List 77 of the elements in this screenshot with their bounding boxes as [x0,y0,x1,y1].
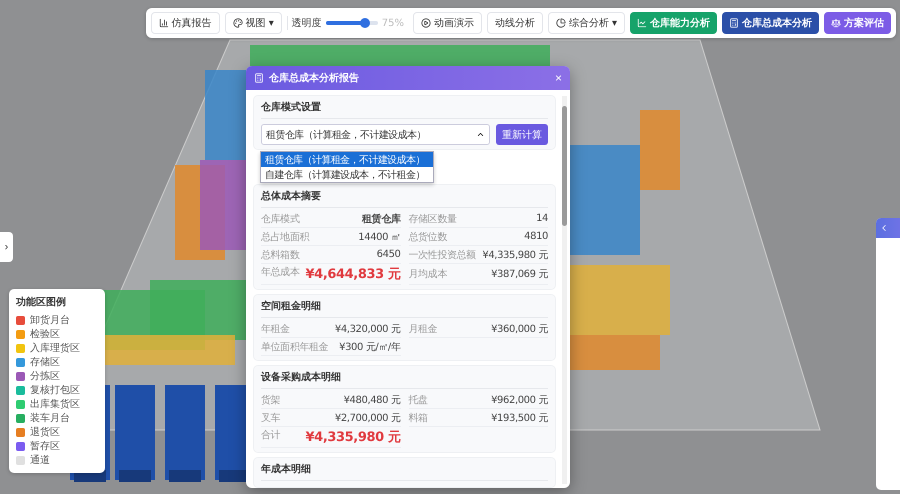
field-label: 货架 [261,394,280,406]
section-title: 总体成本摘要 [261,189,548,208]
field-value: 4810 [524,231,548,242]
field-value: ¥360,000 元 [491,322,548,336]
slider-label: 透明度 [292,16,322,30]
legend-label: 通道 [30,454,50,467]
legend-title: 功能区图例 [16,296,67,309]
panel-toggle-button[interactable]: › [0,232,13,262]
legend-label: 暂存区 [30,440,60,453]
field-value: ¥962,000 元 [491,394,548,406]
scale-icon [831,18,841,28]
field-value: ¥193,500 元 [491,412,548,424]
field-value: ¥300 元/㎡/年 [339,340,400,354]
recalculate-button[interactable]: 重新计算 [496,124,548,145]
field-label: 仓库模式 [261,212,300,226]
calculator-icon [254,73,264,83]
field-value: ¥4,335,980 元 [482,248,548,262]
field-label: 合计 [261,428,280,442]
toolbar-button[interactable]: 动线分析 [486,12,543,34]
legend-label: 存储区 [30,356,60,369]
legend-label: 退货区 [30,426,60,439]
legend-label: 入库理货区 [30,342,80,355]
legend-label: 出库集货区 [30,398,80,411]
field-label: 一次性投资总额 [408,248,476,262]
line-chart-icon [637,18,647,28]
legend-label: 装车月台 [30,412,70,425]
scrollbar[interactable] [562,96,567,484]
dialog-title: 仓库总成本分析报告 [269,71,360,85]
field-label: 托盘 [408,394,428,406]
field-value: ¥480,480 元 [344,394,400,406]
opacity-slider[interactable] [326,21,378,25]
field-label: 年租金 [261,322,290,336]
section-title: 仓库模式设置 [261,100,548,119]
toolbar-button[interactable]: 方案评估 [824,12,891,34]
toolbar-menu-button[interactable]: 综合分析 ▾ [548,12,625,34]
palette-icon [232,18,243,28]
field-value: ¥387,069 元 [491,268,548,281]
field-label: 总料箱数 [261,248,300,262]
legend-label: 检验区 [30,328,60,341]
field-value: 租赁仓库 [362,212,400,226]
play-icon [420,18,431,28]
calculator-icon [729,18,739,28]
field-label: 单位面积年租金 [261,340,328,354]
dropdown-option[interactable]: 租赁仓库（计算租金，不计建设成本） [261,152,433,167]
field-value: 14400 ㎡ [358,230,400,244]
field-value: ¥4,320,000 元 [334,322,400,336]
section-title: 设备采购成本明细 [261,370,548,389]
toolbar-menu-button[interactable]: 视图 ▾ [224,12,282,34]
slider-reading: 75% [382,18,404,28]
chart-icon [158,18,169,28]
section-title: 空间租金明细 [261,299,548,318]
close-button[interactable]: × [554,71,562,85]
field-label: 料箱 [408,412,428,424]
field-label: 月均成本 [408,268,447,281]
toolbar-button[interactable]: 仿真报告 [150,12,220,34]
mode-select[interactable]: 租赁仓库（计算租金，不计建设成本） [261,124,490,145]
toolbar-button[interactable]: 仓库总成本分析 [722,12,819,34]
legend-label: 分拣区 [30,370,60,383]
legend-label: 卸货月台 [30,314,70,327]
field-label: 叉车 [261,412,280,424]
field-value: 14 [536,213,548,224]
dropdown-option[interactable]: 自建仓库（计算建设成本，不计租金） [261,167,433,182]
legend-label: 复核打包区 [30,384,80,397]
toolbar-button[interactable]: 动画演示 [412,12,482,34]
field-value: ¥2,700,000 元 [334,412,400,424]
field-value: 6450 [376,249,400,260]
field-label: 存储区数量 [408,212,457,226]
section-title: 年成本明细 [261,462,548,481]
field-label: 年总成本 [261,266,300,279]
field-value: ¥4,335,980 元 [306,429,400,446]
slider-thumb[interactable] [360,18,370,28]
pie-chart-icon [556,18,566,28]
field-label: 总货位数 [408,230,447,244]
field-label: 总占地面积 [261,230,310,244]
field-value: ¥4,644,833 元 [306,266,400,283]
field-label: 月租金 [408,322,438,336]
caret-icon [476,130,485,139]
